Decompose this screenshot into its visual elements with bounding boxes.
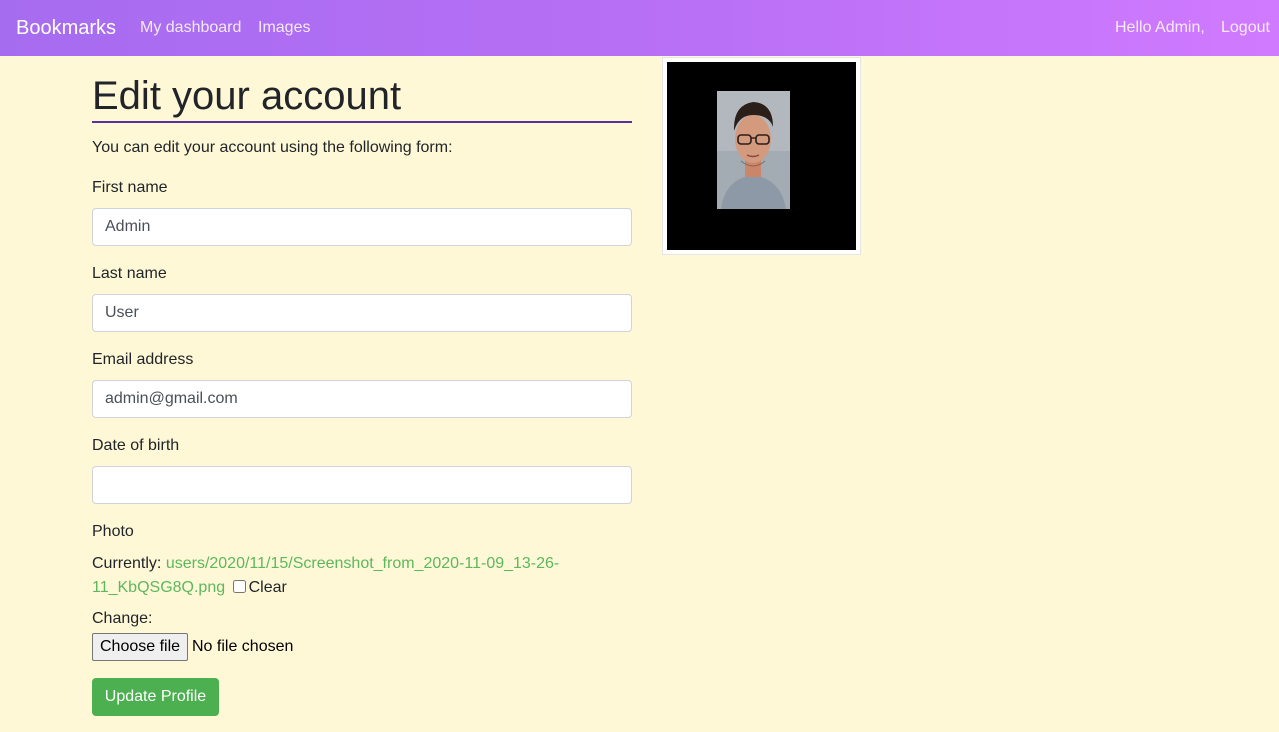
last-name-label: Last name bbox=[92, 265, 167, 282]
date-of-birth-input[interactable] bbox=[92, 466, 632, 504]
portrait-illustration bbox=[717, 91, 790, 209]
change-photo-label: Change: bbox=[92, 610, 153, 627]
user-greeting: Hello Admin, bbox=[1115, 19, 1205, 36]
logout-link[interactable]: Logout bbox=[1221, 18, 1270, 38]
navbar: Bookmarks My dashboard Images Hello Admi… bbox=[0, 0, 1279, 56]
clear-label: Clear bbox=[248, 579, 287, 596]
page-title: Edit your account bbox=[92, 72, 632, 123]
current-photo-link[interactable]: users/2020/11/15/Screenshot_from_2020-11… bbox=[92, 555, 559, 596]
first-name-label: First name bbox=[92, 179, 168, 196]
update-profile-button[interactable]: Update Profile bbox=[92, 678, 219, 716]
page-intro: You can edit your account using the foll… bbox=[92, 139, 453, 156]
nav-link-images[interactable]: Images bbox=[258, 18, 310, 38]
email-label: Email address bbox=[92, 351, 194, 368]
currently-label: Currently: bbox=[92, 555, 162, 572]
first-name-input[interactable] bbox=[92, 208, 632, 246]
date-of-birth-label: Date of birth bbox=[92, 437, 180, 454]
email-input[interactable] bbox=[92, 380, 632, 418]
current-photo-info: Currently: users/2020/11/15/Screenshot_f… bbox=[92, 552, 592, 600]
profile-photo bbox=[667, 62, 856, 250]
nav-link-dashboard[interactable]: My dashboard bbox=[140, 18, 241, 38]
profile-portrait-image bbox=[717, 91, 790, 209]
choose-file-button[interactable]: Choose file bbox=[92, 633, 189, 661]
clear-photo-checkbox[interactable] bbox=[232, 580, 246, 593]
photo-label: Photo bbox=[92, 523, 134, 540]
profile-photo-frame bbox=[662, 57, 861, 255]
file-status: No file chosen bbox=[192, 638, 294, 655]
last-name-input[interactable] bbox=[92, 294, 632, 332]
brand-link[interactable]: Bookmarks bbox=[16, 15, 116, 41]
